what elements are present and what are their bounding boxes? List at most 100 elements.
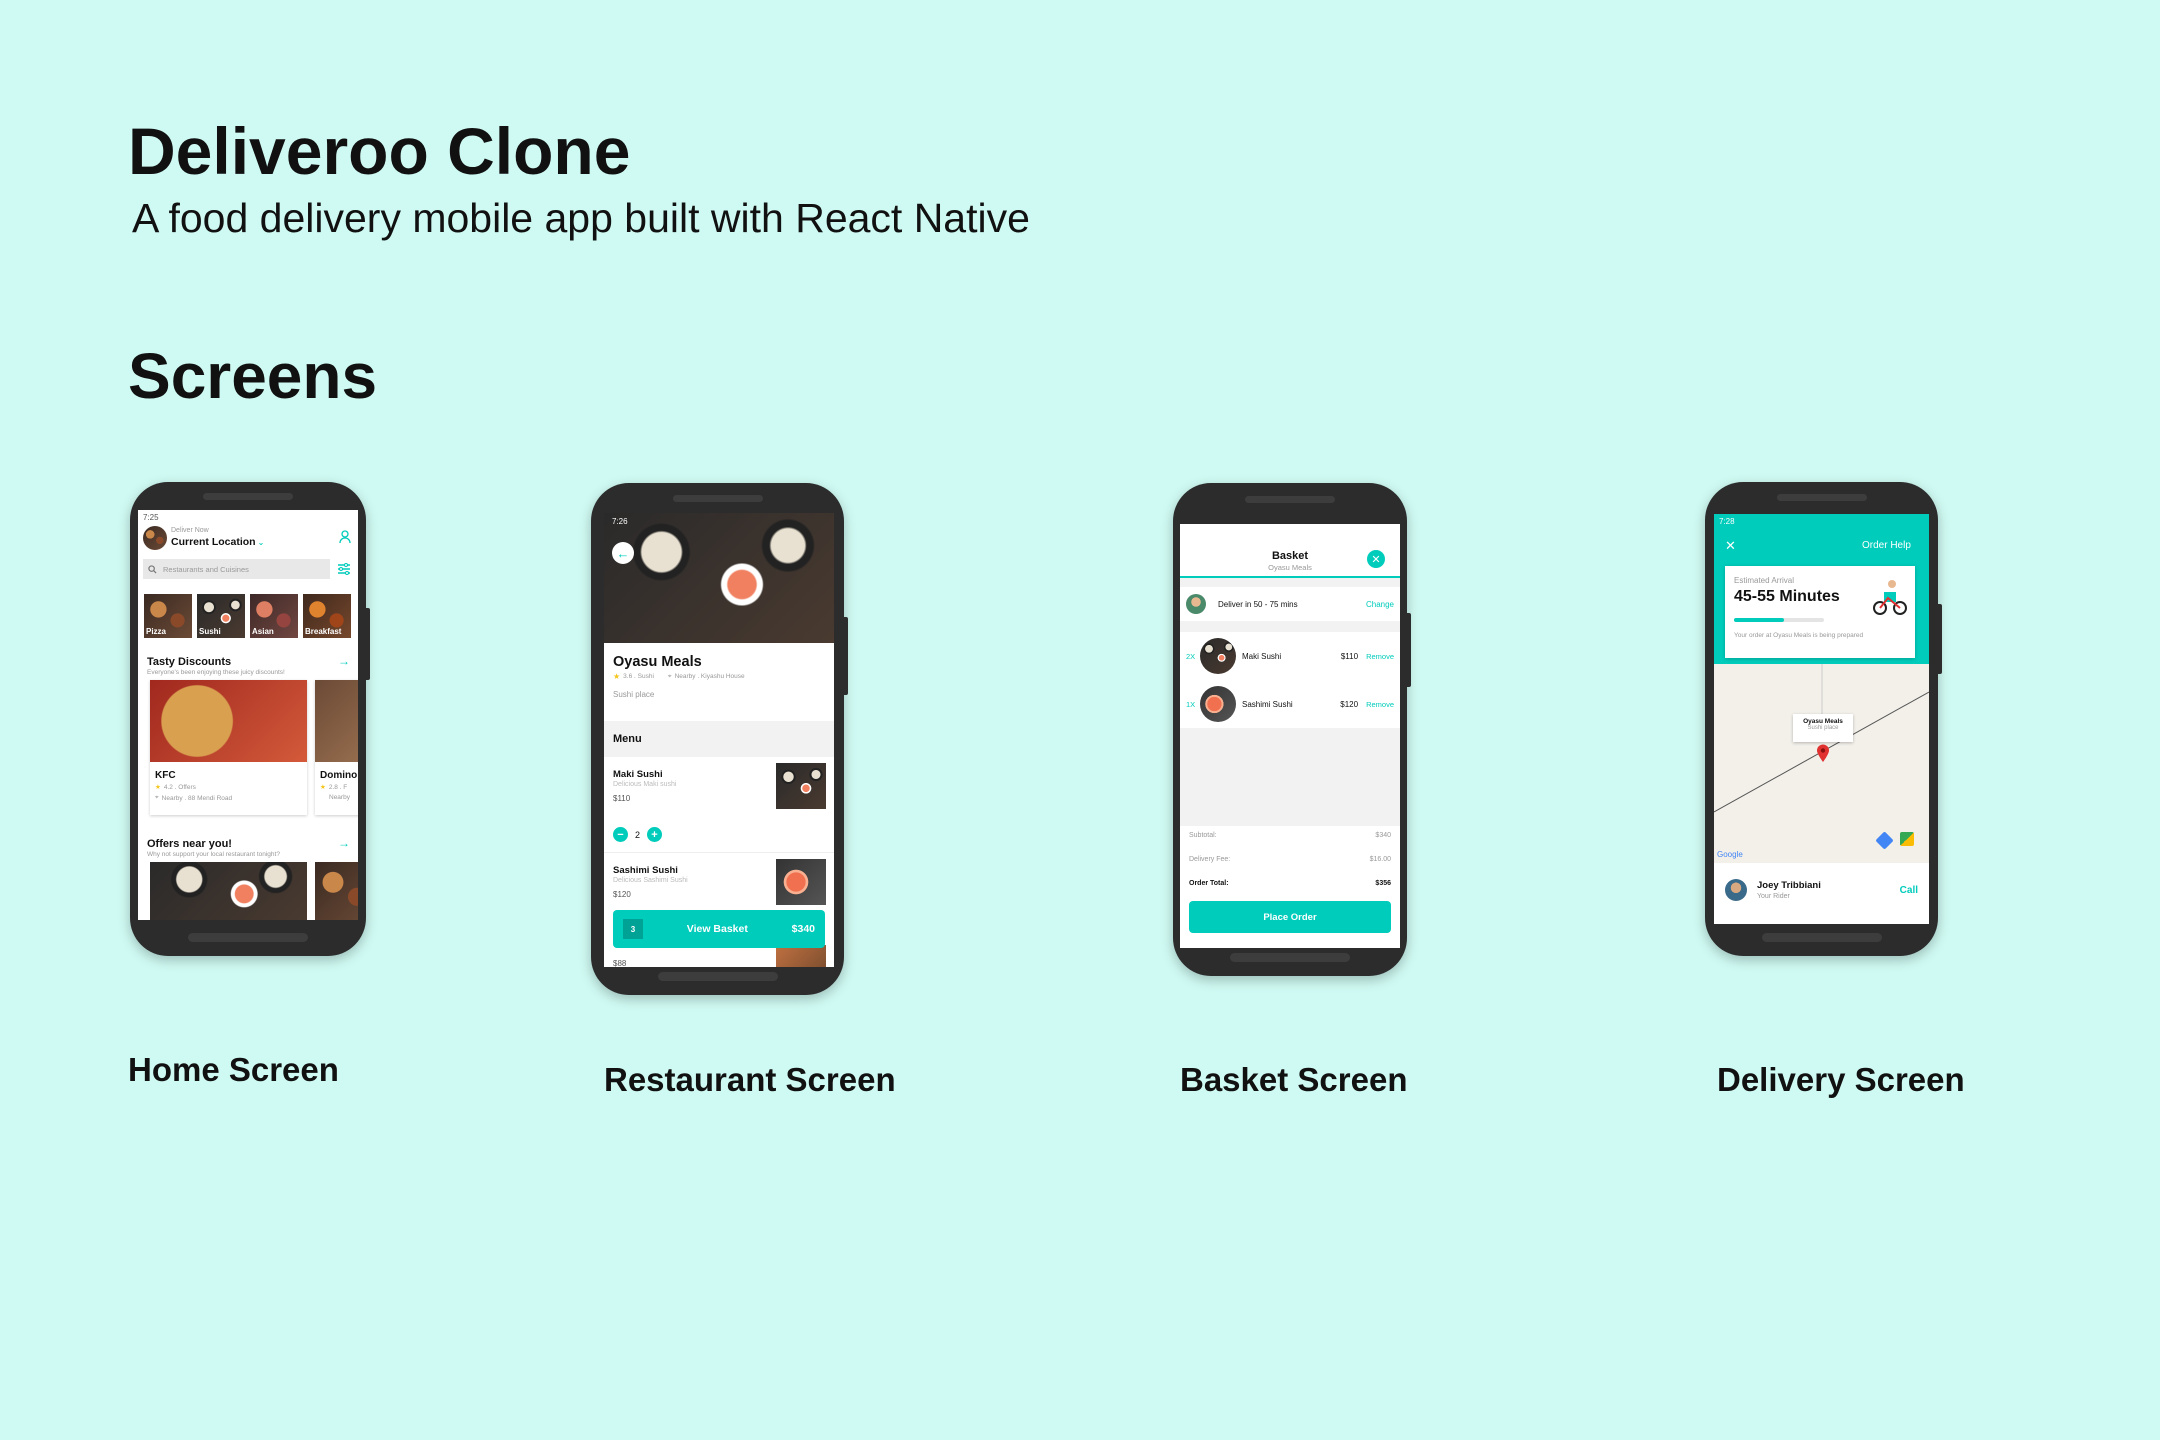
map[interactable]: Oyasu Meals Sushi place Google <box>1714 664 1929 863</box>
status-bar: 7:26 <box>612 517 628 526</box>
dish-row[interactable]: Maki Sushi Delicious Maki sushi $110 − 2… <box>604 757 834 853</box>
rider-role: Your Rider <box>1757 893 1790 900</box>
category-label: Asian <box>252 627 274 636</box>
search-icon <box>148 564 157 574</box>
dish-image <box>776 945 826 967</box>
category-pizza[interactable]: Pizza <box>144 594 192 638</box>
close-icon: ✕ <box>1371 553 1381 566</box>
restaurant-card-dominos[interactable]: Domino ★ 2.8 . F Nearby <box>315 680 358 815</box>
restaurant-name: KFC <box>155 770 176 781</box>
close-button[interactable]: ✕ <box>1367 550 1385 568</box>
category-asian[interactable]: Asian <box>250 594 298 638</box>
basket-item: 1X Sashimi Sushi $120 Remove <box>1186 686 1394 722</box>
restaurant-hero-image <box>604 513 834 643</box>
basket-restaurant: Oyasu Meals <box>1268 563 1312 572</box>
marker-title: Oyasu Meals <box>1803 718 1843 725</box>
delivery-phone: 7:28 ✕ Order Help Estimated Arrival 45-5… <box>1705 482 1942 956</box>
category-sushi[interactable]: Sushi <box>197 594 245 638</box>
remove-button[interactable]: Remove <box>1366 652 1394 661</box>
item-price: $110 <box>1340 651 1359 661</box>
quantity-stepper[interactable]: − 2 + <box>613 827 663 842</box>
call-button[interactable]: Call <box>1900 885 1918 896</box>
basket-items: 2X Maki Sushi $110 Remove 1X Sashimi Sus… <box>1180 632 1400 728</box>
map-brand-logo: Google <box>1717 850 1743 859</box>
search-bar[interactable]: Restaurants and Cuisines <box>143 559 330 579</box>
category-label: Pizza <box>146 627 167 636</box>
category-label: Breakfast <box>305 627 342 636</box>
maps-app-icon[interactable] <box>1900 832 1914 846</box>
featured-description: Everyone's been enjoying these juicy dis… <box>147 669 285 676</box>
search-input[interactable]: Restaurants and Cuisines <box>163 565 249 574</box>
restaurant-name: Oyasu Meals <box>613 654 702 670</box>
arrow-right-icon[interactable]: → <box>338 836 350 850</box>
dish-price: $88 <box>613 959 627 967</box>
chevron-down-icon: ⌄ <box>257 537 265 547</box>
restaurant-screen: 7:26 ← Oyasu Meals ★ 3.6 . Sushi ⌖ Nearby … <box>604 513 834 967</box>
location-selector[interactable]: Current Location ⌄ <box>171 536 264 548</box>
place-order-button[interactable]: Place Order <box>1189 901 1391 933</box>
restaurant-image <box>150 680 307 762</box>
map-pin-icon[interactable] <box>1816 744 1830 762</box>
basket-screen: Basket Oyasu Meals ✕ Deliver in 50 - 75 … <box>1180 524 1400 948</box>
page-title: Deliveroo Clone <box>128 114 631 188</box>
status-time: 7:28 <box>1719 517 1735 526</box>
star-icon: ★ <box>320 784 326 791</box>
back-button[interactable]: ← <box>612 542 634 564</box>
item-price: $120 <box>1340 699 1359 709</box>
location-text: Current Location <box>171 536 256 548</box>
subtotal-row: Subtotal: $340 <box>1189 832 1391 839</box>
basket-item: 2X Maki Sushi $110 Remove <box>1186 638 1394 674</box>
basket-header: Basket Oyasu Meals ✕ <box>1180 524 1400 578</box>
close-icon[interactable]: ✕ <box>1725 538 1736 554</box>
marker-subtitle: Sushi place <box>1807 725 1839 731</box>
plus-icon[interactable]: + <box>647 827 663 842</box>
progress-track <box>1734 618 1824 622</box>
featured-title: Offers near you! <box>147 838 232 850</box>
section-title: Screens <box>128 340 378 412</box>
rider-avatar <box>1725 879 1747 901</box>
remove-button[interactable]: Remove <box>1366 700 1394 709</box>
arrow-right-icon[interactable]: → <box>338 654 350 668</box>
avatar <box>1186 594 1206 614</box>
featured-description: Why not support your local restaurant to… <box>147 851 280 858</box>
home-screen: 7:25 Deliver Now Current Location ⌄ Rest… <box>138 510 358 920</box>
restaurant-card-kfc[interactable]: KFC ★ 4.2 . Offers ⌖ Nearby . 88 Mendi Roa… <box>150 680 307 815</box>
order-status-text: Your order at Oyasu Meals is being prepa… <box>1734 632 1864 639</box>
caption-basket: Basket Screen <box>1180 1061 1408 1098</box>
item-quantity: 2X <box>1186 651 1196 661</box>
view-basket-button[interactable]: 3 View Basket $340 <box>613 910 825 948</box>
place-order-label: Place Order <box>1263 911 1317 923</box>
featured-title: Tasty Discounts <box>147 656 232 668</box>
caption-restaurant: Restaurant Screen <box>604 1061 896 1098</box>
user-icon[interactable] <box>339 530 351 544</box>
basket-count-badge: 3 <box>623 919 643 939</box>
home-phone: 7:25 Deliver Now Current Location ⌄ Rest… <box>130 482 370 956</box>
dish-price: $120 <box>613 890 631 899</box>
category-label: Sushi <box>199 627 221 636</box>
category-breakfast[interactable]: Breakfast <box>303 594 351 638</box>
map-marker-callout: Oyasu Meals Sushi place <box>1793 714 1853 742</box>
restaurant-rating: ★ 2.8 . F <box>320 783 348 792</box>
arrow-left-icon: ← <box>616 545 630 561</box>
delivery-rider-icon <box>1873 580 1907 615</box>
star-icon: ★ <box>613 672 621 681</box>
change-button[interactable]: Change <box>1366 600 1394 609</box>
order-help-button[interactable]: Order Help <box>1862 540 1911 551</box>
order-total-row: Order Total: $356 <box>1189 880 1391 887</box>
delivery-time-row: Deliver in 50 - 75 mins Change <box>1180 587 1400 621</box>
caption-delivery: Delivery Screen <box>1717 1061 1965 1098</box>
location-pin-icon: ⌖ <box>667 672 672 680</box>
minus-icon[interactable]: − <box>613 827 628 842</box>
restaurant-image[interactable] <box>150 862 307 920</box>
deliver-now-label: Deliver Now <box>171 527 209 534</box>
restaurant-image[interactable] <box>315 862 358 920</box>
menu-label: Menu <box>613 733 642 745</box>
dish-description: Delicious Sashimi Sushi <box>613 877 688 884</box>
deliver-time-text: Deliver in 50 - 75 mins <box>1218 599 1298 609</box>
caption-home: Home Screen <box>128 1051 339 1088</box>
filter-icon[interactable] <box>337 563 351 575</box>
restaurant-rating: ★ 4.2 . Offers <box>155 783 196 792</box>
restaurant-phone: 7:26 ← Oyasu Meals ★ 3.6 . Sushi ⌖ Nearby … <box>591 483 848 995</box>
dish-image <box>776 763 826 809</box>
status-time: 7:26 <box>612 517 628 526</box>
